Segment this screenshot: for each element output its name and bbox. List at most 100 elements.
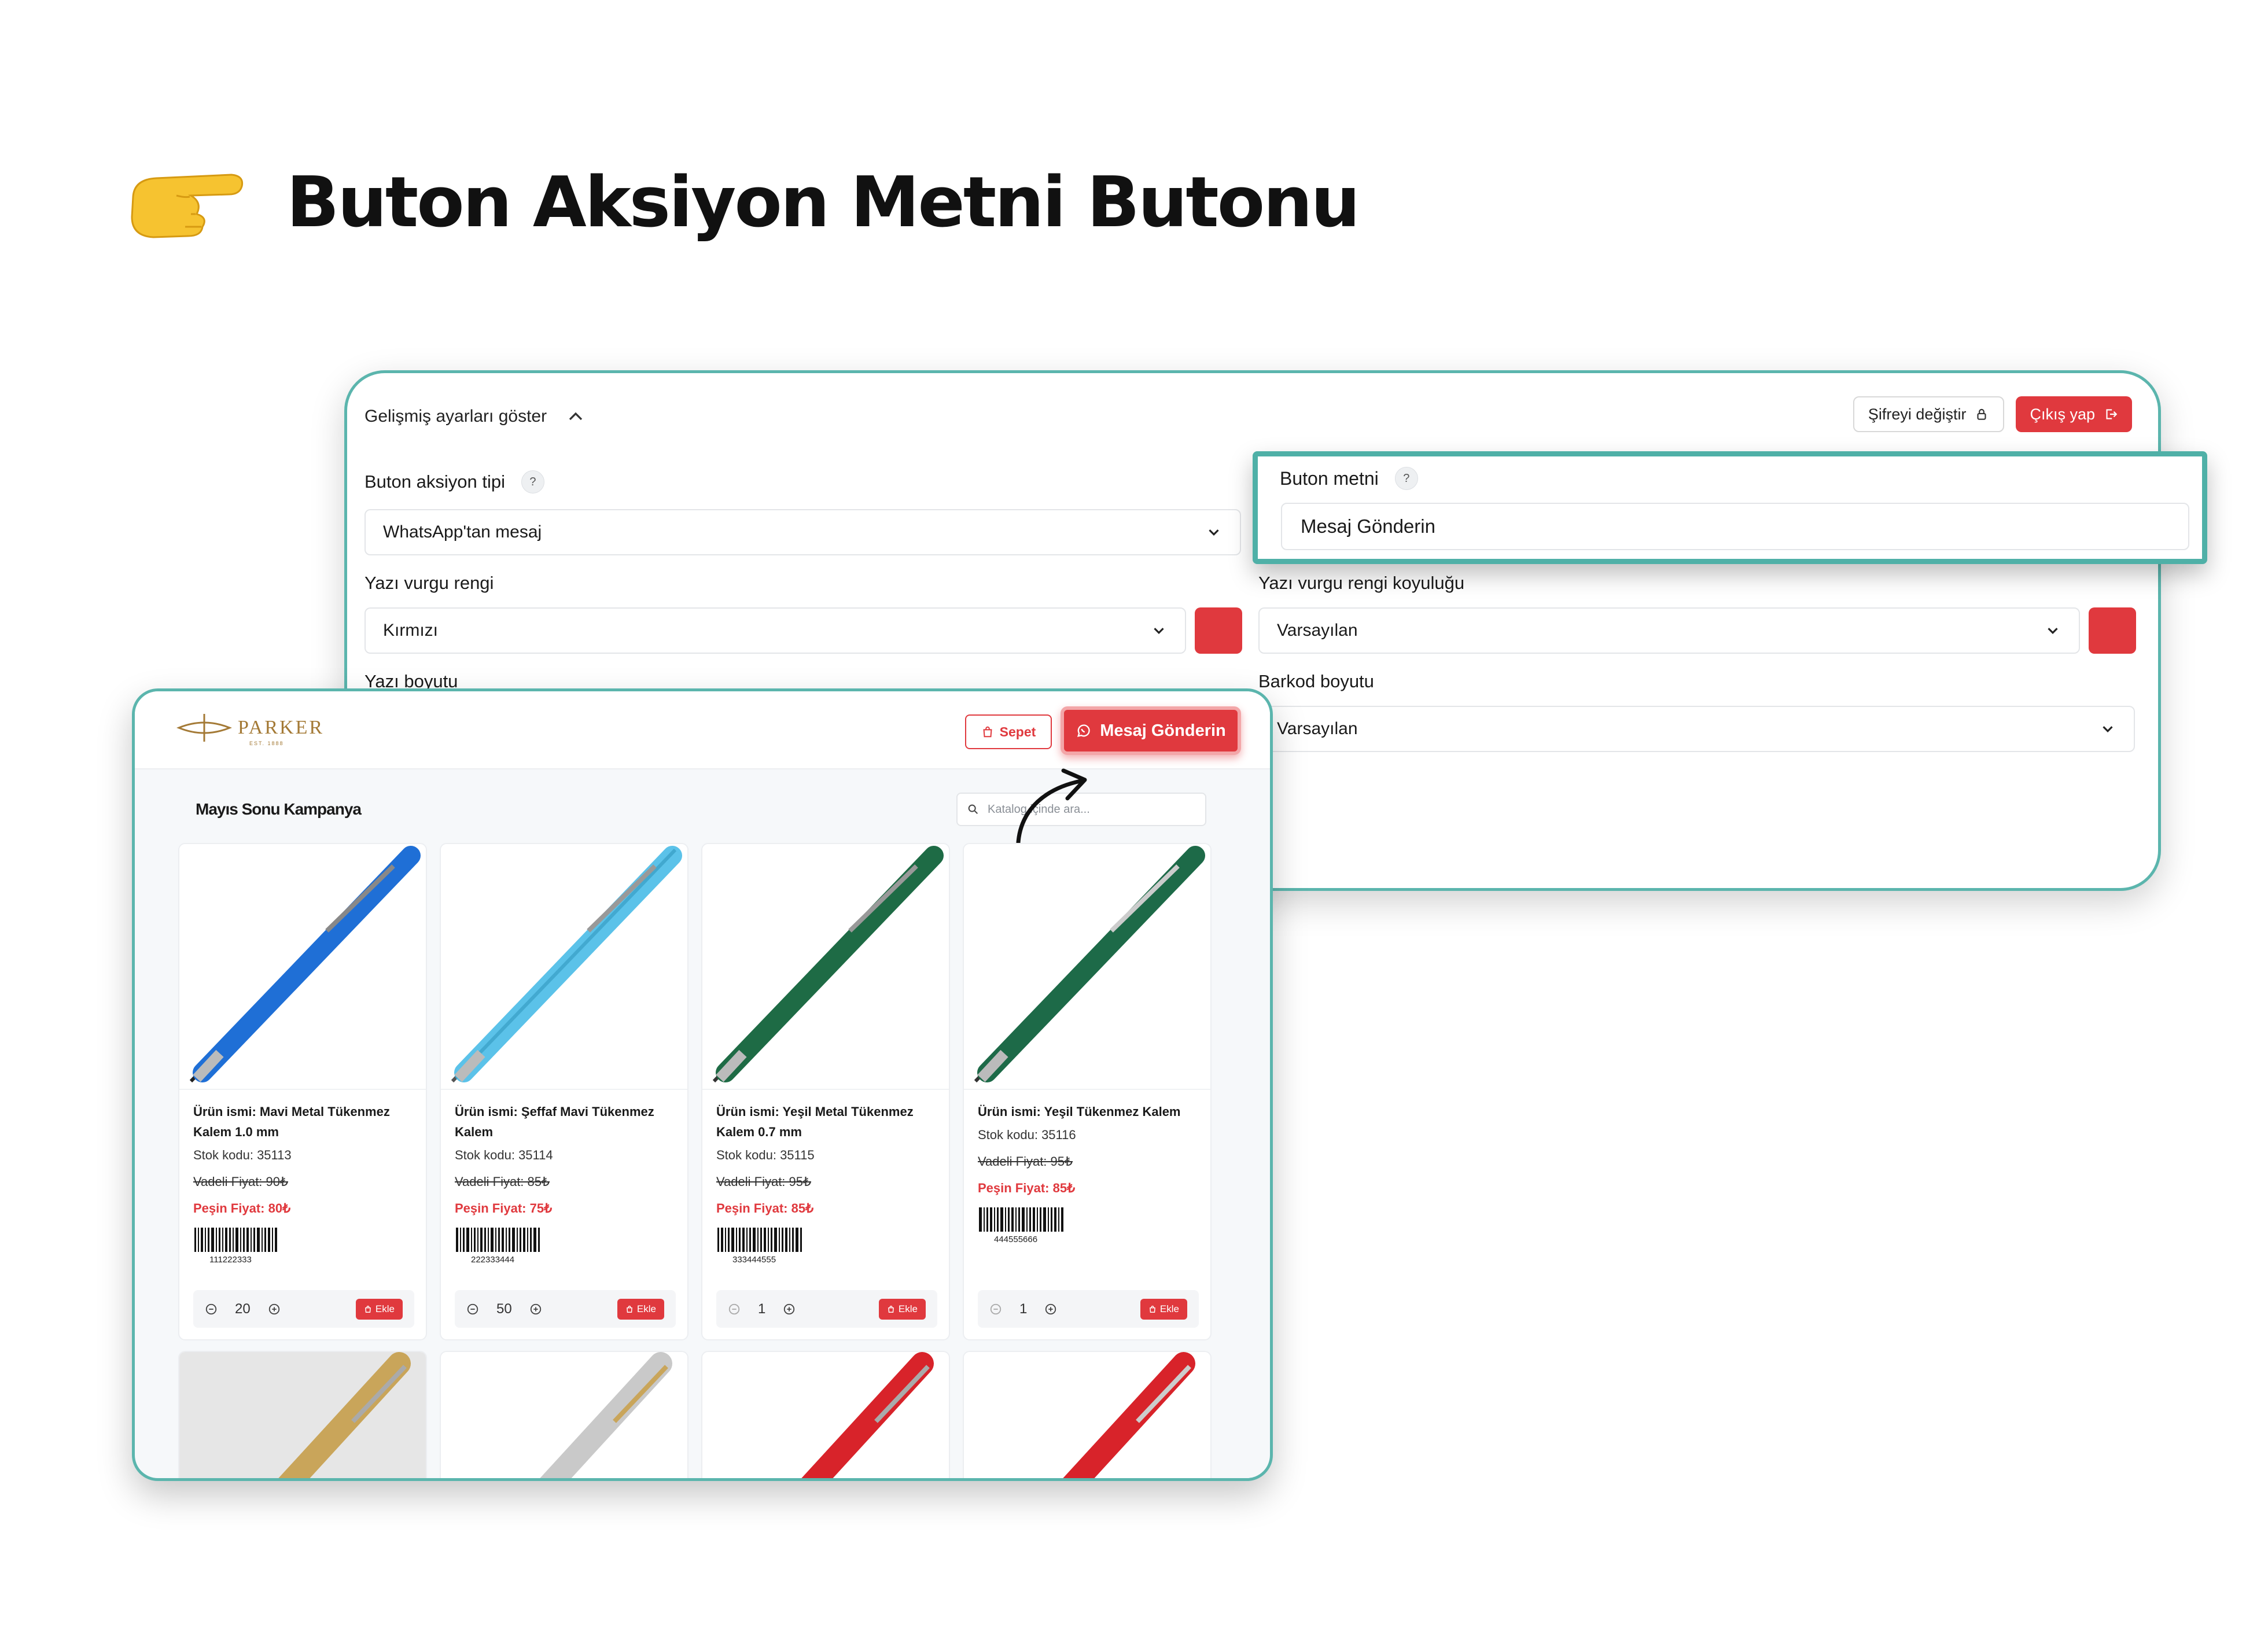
logout-button[interactable]: Çıkış yap — [2016, 396, 2132, 432]
chevron-down-icon — [2103, 726, 2113, 732]
help-icon[interactable]: ? — [1394, 467, 1418, 490]
bag-icon — [1150, 1305, 1155, 1313]
bag-icon — [365, 1305, 371, 1313]
minus-circle-icon[interactable] — [989, 1303, 1002, 1316]
accent-color-select[interactable]: Kırmızı — [365, 607, 1186, 654]
accent-shade-swatch[interactable] — [2089, 607, 2136, 654]
campaign-title: Mayıs Sonu Kampanya — [196, 800, 362, 818]
accent-shade-select[interactable]: Varsayılan — [1258, 607, 2080, 654]
product-card[interactable] — [701, 1351, 950, 1478]
quantity-stepper: 20 Ekle — [193, 1290, 414, 1328]
product-stock: Stok kodu: 35116 — [978, 1128, 1076, 1142]
quantity-value[interactable]: 1 — [758, 1301, 765, 1317]
cart-button[interactable]: Sepet — [965, 714, 1052, 749]
canvas: Buton Aksiyon Metni Butonu Gelişmiş ayar… — [0, 0, 2268, 1643]
minus-circle-icon[interactable] — [466, 1303, 479, 1316]
cash-price: Peşin Fiyat: 85₺ — [978, 1181, 1076, 1195]
action-type-select[interactable]: WhatsApp'tan mesaj — [365, 509, 1241, 555]
product-details: Ürün ismi: Yeşil Metal Tükenmez Kalem 0.… — [702, 1090, 949, 1276]
quantity-stepper: 1 Ekle — [716, 1290, 937, 1328]
barcode-image — [979, 1207, 1063, 1232]
product-stock: Stok kodu: 35114 — [455, 1148, 553, 1162]
product-card[interactable]: Ürün ismi: Mavi Metal Tükenmez Kalem 1.0… — [178, 843, 427, 1340]
chevron-down-icon — [2048, 628, 2058, 634]
product-image — [179, 1352, 426, 1478]
product-stock: Stok kodu: 35115 — [716, 1148, 815, 1162]
product-image — [964, 844, 1210, 1090]
brand-name: PARKER — [238, 717, 325, 738]
barcode-size-value: Varsayılan — [1277, 719, 1358, 738]
product-card[interactable]: Ürün ismi: Yeşil Metal Tükenmez Kalem 0.… — [701, 843, 950, 1340]
cash-price: Peşin Fiyat: 80₺ — [193, 1201, 291, 1215]
product-card[interactable]: Ürün ismi: Yeşil Tükenmez Kalem Stok kod… — [963, 843, 1212, 1340]
add-label: Ekle — [375, 1303, 395, 1314]
product-name: Ürün ismi: Yeşil Tükenmez Kalem — [978, 1104, 1181, 1119]
product-image — [179, 844, 426, 1090]
plus-circle-icon[interactable] — [1044, 1303, 1057, 1316]
advanced-settings-label: Gelişmiş ayarları göster — [365, 407, 547, 426]
button-text-field-highlight: Buton metni ? Mesaj Gönderin — [1253, 451, 2207, 564]
search-icon — [968, 804, 978, 815]
add-to-cart-button[interactable]: Ekle — [878, 1298, 926, 1320]
product-card[interactable] — [963, 1351, 1212, 1478]
add-label: Ekle — [636, 1303, 656, 1314]
barcode-number: 444555666 — [994, 1235, 1038, 1244]
quantity-value[interactable]: 50 — [496, 1301, 512, 1317]
quantity-stepper: 50 Ekle — [455, 1290, 676, 1328]
pen-image — [278, 1352, 411, 1478]
pen-image — [801, 1352, 934, 1478]
add-to-cart-button[interactable]: Ekle — [355, 1298, 403, 1320]
message-button-label: Mesaj Gönderin — [1100, 721, 1226, 740]
quantity-value[interactable]: 1 — [1019, 1301, 1027, 1317]
lock-icon — [1977, 408, 1987, 420]
quantity-value[interactable]: 20 — [235, 1301, 251, 1317]
add-label: Ekle — [1159, 1303, 1179, 1314]
add-to-cart-button[interactable]: Ekle — [1140, 1298, 1187, 1320]
product-card[interactable]: Ürün ismi: Şeffaf Mavi Tükenmez Kalem St… — [440, 843, 689, 1340]
accent-color-value: Kırmızı — [383, 621, 438, 640]
cash-price: Peşin Fiyat: 75₺ — [455, 1201, 553, 1215]
cart-label: Sepet — [999, 724, 1036, 739]
brand-logo: PARKER EST. 1888 — [175, 712, 325, 746]
barcode-number: 222333444 — [471, 1255, 515, 1265]
action-type-value: WhatsApp'tan mesaj — [383, 522, 542, 541]
action-type-label-text: Buton aksiyon tipi — [365, 471, 505, 492]
plus-circle-icon[interactable] — [529, 1303, 542, 1316]
pen-image — [1063, 1352, 1195, 1478]
help-icon[interactable]: ? — [521, 470, 544, 493]
logout-icon — [2106, 409, 2118, 419]
button-text-label: Buton metni ? — [1280, 467, 1418, 490]
product-card[interactable] — [178, 1351, 427, 1478]
bag-icon — [983, 726, 992, 738]
whatsapp-message-button[interactable]: Mesaj Gönderin — [1061, 706, 1241, 755]
chevron-down-icon — [1154, 628, 1164, 634]
product-stock: Stok kodu: 35113 — [193, 1148, 292, 1162]
chevron-down-icon — [1209, 529, 1219, 536]
barcode-size-select[interactable]: Varsayılan — [1258, 706, 2135, 752]
product-image — [702, 844, 949, 1090]
minus-circle-icon[interactable] — [728, 1303, 741, 1316]
product-image — [441, 1352, 687, 1478]
catalog-window: PARKER EST. 1888 Sepet Mesaj Gönderin Ma… — [132, 688, 1273, 1481]
plus-circle-icon[interactable] — [783, 1303, 796, 1316]
minus-circle-icon[interactable] — [205, 1303, 218, 1316]
button-text-input[interactable]: Mesaj Gönderin — [1281, 503, 2189, 550]
product-image — [702, 1352, 949, 1478]
change-password-button[interactable]: Şifreyi değiştir — [1853, 396, 2005, 432]
plus-circle-icon[interactable] — [268, 1303, 281, 1316]
product-details: Ürün ismi: Şeffaf Mavi Tükenmez Kalem St… — [441, 1090, 687, 1276]
brand-subtitle: EST. 1888 — [249, 741, 284, 746]
whatsapp-icon — [1077, 724, 1090, 737]
cash-price: Peşin Fiyat: 85₺ — [716, 1201, 814, 1215]
barcode-image — [456, 1228, 540, 1252]
accent-color-swatch[interactable] — [1195, 607, 1242, 654]
barcode-number: 333444555 — [732, 1255, 776, 1265]
advanced-settings-toggle[interactable]: Gelişmiş ayarları göster — [365, 396, 587, 437]
product-card[interactable] — [440, 1351, 689, 1478]
product-details: Ürün ismi: Mavi Metal Tükenmez Kalem 1.0… — [179, 1090, 426, 1276]
product-name: Ürün ismi: Şeffaf Mavi Tükenmez Kalem — [455, 1104, 654, 1139]
add-to-cart-button[interactable]: Ekle — [617, 1298, 664, 1320]
logout-label: Çıkış yap — [2030, 405, 2095, 423]
term-price: Vadeli Fiyat: 95₺ — [716, 1174, 812, 1189]
accent-shade-value: Varsayılan — [1277, 621, 1358, 640]
